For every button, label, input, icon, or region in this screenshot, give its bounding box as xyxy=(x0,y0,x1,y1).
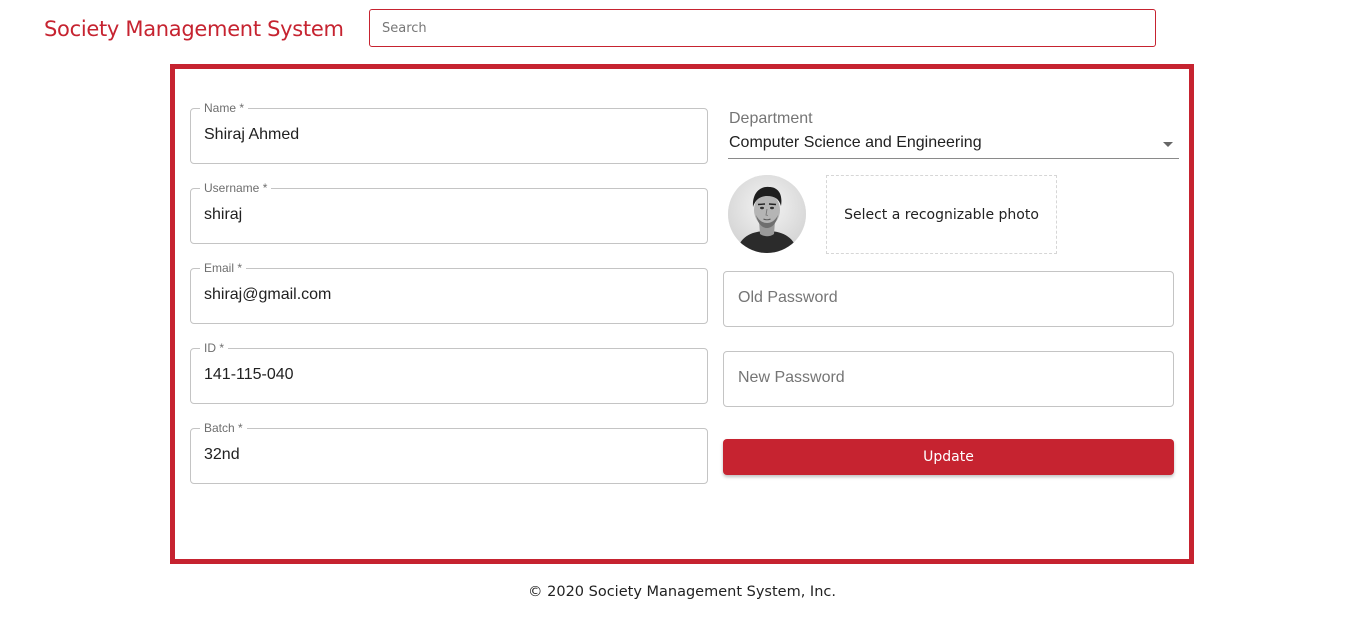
avatar xyxy=(728,175,806,253)
app-brand[interactable]: Society Management System xyxy=(44,17,344,41)
new-password-placeholder: New Password xyxy=(738,369,845,386)
batch-field-label: Batch * xyxy=(200,421,247,435)
name-field-value[interactable]: Shiraj Ahmed xyxy=(204,126,299,144)
department-label: Department xyxy=(729,110,813,127)
batch-field[interactable]: Batch * 32nd xyxy=(190,421,708,484)
profile-card: Name * Shiraj Ahmed Username * shiraj Em… xyxy=(170,64,1194,564)
update-button-label: Update xyxy=(923,449,974,465)
search-box[interactable] xyxy=(369,9,1156,47)
id-field-label: ID * xyxy=(200,341,229,355)
dropdown-arrow-icon[interactable] xyxy=(1163,142,1173,147)
username-field-label: Username * xyxy=(200,181,272,195)
footer-copyright: © 2020 Society Management System, Inc. xyxy=(528,584,836,600)
department-select[interactable]: Computer Science and Engineering xyxy=(728,129,1179,159)
batch-field-value[interactable]: 32nd xyxy=(204,446,240,464)
photo-upload-dropzone[interactable]: Select a recognizable photo xyxy=(826,175,1057,254)
id-field-value[interactable]: 141-115-040 xyxy=(204,366,294,384)
name-field-label: Name * xyxy=(200,101,249,115)
department-value: Computer Science and Engineering xyxy=(729,134,982,151)
update-button[interactable]: Update xyxy=(723,439,1174,475)
email-field-value[interactable]: shiraj@gmail.com xyxy=(204,286,331,304)
new-password-field[interactable]: New Password xyxy=(723,351,1174,407)
old-password-placeholder: Old Password xyxy=(738,289,838,306)
search-input[interactable] xyxy=(370,10,1155,46)
email-field-label: Email * xyxy=(200,261,247,275)
profile-photo-icon xyxy=(728,175,806,253)
old-password-field[interactable]: Old Password xyxy=(723,271,1174,327)
username-field-value[interactable]: shiraj xyxy=(204,206,242,224)
email-field[interactable]: Email * shiraj@gmail.com xyxy=(190,261,708,324)
photo-upload-prompt: Select a recognizable photo xyxy=(844,206,1039,223)
id-field[interactable]: ID * 141-115-040 xyxy=(190,341,708,404)
username-field[interactable]: Username * shiraj xyxy=(190,181,708,244)
name-field[interactable]: Name * Shiraj Ahmed xyxy=(190,101,708,164)
